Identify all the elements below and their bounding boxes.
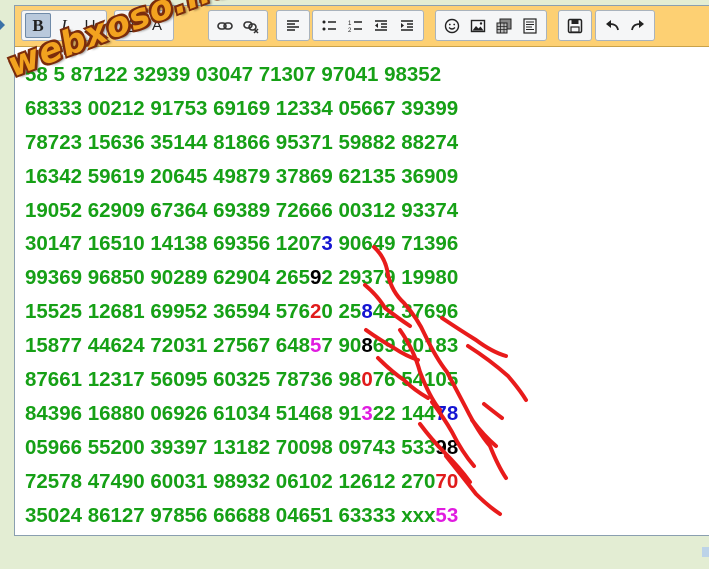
number-row: 16342 59619 20645 49879 37869 62135 3690… [25,160,585,194]
highlighted-digit: 98 [435,435,459,459]
number-text: 68333 00212 91753 69169 12334 05667 3939… [25,96,459,120]
number-text: 78723 15636 35144 81866 95371 59882 8827… [25,130,459,154]
highlighted-digit: 3 [361,401,373,425]
number-row: 87661 12317 56095 60325 78736 98076 5410… [25,363,585,397]
rich-text-editor: B I U A A 12 58 5 87122 32939 03047 7130… [14,5,709,536]
number-text: 58 5 87122 32939 03047 71307 97041 98352 [25,63,442,86]
highlighted-digit: 0 [361,368,373,392]
number-text: 16342 59619 20645 49879 37869 62135 3690… [25,164,459,188]
number-row: 84396 16880 06926 61034 51468 91322 1447… [25,397,585,431]
align-left-icon[interactable] [280,13,306,38]
table-icon[interactable] [491,13,517,38]
number-text: 15525 12681 69952 36594 576 [25,300,311,324]
number-text: 42 37696 [372,300,459,324]
number-text: 15877 44624 72031 27567 648 [25,334,311,358]
highlighted-digit: 9 [310,266,322,290]
resize-handle[interactable] [702,547,709,557]
number-row: 15877 44624 72031 27567 64857 90869 8018… [25,329,585,363]
highlighted-digit: 2 [310,300,322,324]
number-row: 78723 15636 35144 81866 95371 59882 8827… [25,126,585,160]
number-text: 87661 12317 56095 60325 78736 98 [25,368,362,392]
link-group [208,10,268,41]
number-row: 68333 00212 91753 69169 12334 05667 3939… [25,92,585,126]
number-row: 35024 86127 97856 66688 04651 63333 xxx5… [25,499,585,533]
number-row: 72578 47490 60031 98932 06102 12612 2707… [25,465,585,499]
highlighted-digit: 8 [361,334,373,358]
highlighted-digit: 3 [321,232,333,256]
numbered-list-icon[interactable]: 12 [342,13,368,38]
highlighted-digit: 8 [361,300,373,324]
image-icon[interactable] [465,13,491,38]
save-icon[interactable] [562,13,588,38]
number-row: 05966 55200 39397 13182 70098 09743 5339… [25,431,585,465]
number-text: 2 29379 19980 [321,266,459,290]
highlighted-digit: 70 [435,469,459,493]
bulleted-list-icon[interactable] [316,13,342,38]
number-text: 90649 71396 [332,232,459,256]
number-text: 84396 16880 06926 61034 51468 91 [25,401,362,425]
list-group: 12 [312,10,424,41]
number-row: 58 5 87122 32939 03047 71307 97041 98352 [25,58,585,92]
number-text: 05966 55200 39397 13182 70098 09743 533 [25,435,436,459]
align-group [276,10,310,41]
smiley-icon[interactable] [439,13,465,38]
outdent-icon[interactable] [368,13,394,38]
history-group [595,10,655,41]
highlighted-digit: 78 [435,401,459,425]
svg-text:1: 1 [348,21,352,27]
number-row: 19052 62909 67364 69389 72666 00312 9337… [25,194,585,228]
number-text: 72578 47490 60031 98932 06102 12612 270 [25,469,436,493]
save-group [558,10,592,41]
number-text: 7 90 [321,334,362,358]
highlighted-digit: 5 [310,334,322,358]
svg-text:2: 2 [348,28,352,34]
unlink-icon[interactable] [238,13,264,38]
number-text: 69 80183 [372,334,459,358]
undo-icon[interactable] [599,13,625,38]
number-row: 15525 12681 69952 36594 57620 25842 3769… [25,295,585,329]
insert-group [435,10,547,41]
redo-icon[interactable] [625,13,651,38]
page-break-icon[interactable] [517,13,543,38]
number-row: 30147 16510 14138 69356 12073 90649 7139… [25,227,585,261]
number-row: 99369 96850 90289 62904 26592 29379 1998… [25,261,585,295]
number-text: 76 54105 [372,368,459,392]
highlighted-digit: 53 [435,503,459,527]
number-text: 30147 16510 14138 69356 1207 [25,232,322,256]
editor-content[interactable]: 58 5 87122 32939 03047 71307 97041 98352… [25,58,585,532]
collapse-arrow-icon[interactable] [0,20,5,30]
indent-icon[interactable] [394,13,420,38]
number-text: 22 144 [372,401,436,425]
number-text: 0 25 [321,300,362,324]
number-text: 35024 86127 97856 66688 04651 63333 xxx [25,503,436,527]
number-text: 19052 62909 67364 69389 72666 00312 9337… [25,198,459,222]
number-text: 99369 96850 90289 62904 265 [25,266,311,290]
link-icon[interactable] [212,13,238,38]
